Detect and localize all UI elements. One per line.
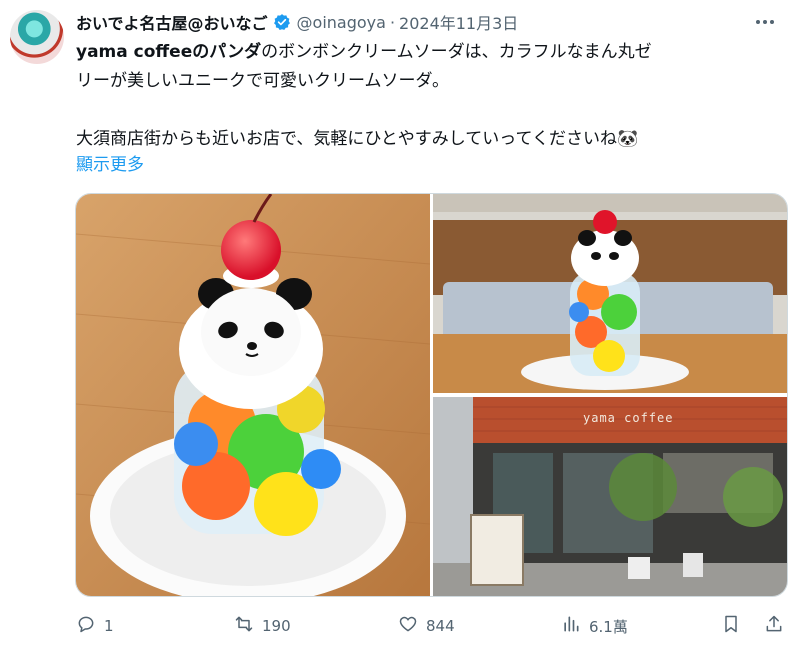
reply-icon [76, 614, 96, 638]
tweet-text: yama coffeeのパンダのボンボンクリームソーダは、カラフルなまん丸ゼ リ… [76, 38, 776, 154]
tweet-line-2: リーが美しいユニークで可愛いクリームソーダ。 [76, 71, 449, 91]
tweet-line-1: yama coffeeのパンダのボンボンクリームソーダは、カラフルなまん丸ゼ [76, 38, 776, 67]
verified-badge-icon [273, 13, 291, 31]
retweet-button[interactable]: 190 [234, 609, 291, 643]
like-button[interactable]: 844 [398, 609, 455, 643]
view-count: 6.1萬 [589, 617, 628, 636]
avatar[interactable] [10, 10, 64, 64]
photo-storefront[interactable]: yama coffee [433, 397, 787, 596]
share-icon [764, 614, 784, 638]
action-bar: 1 190 844 6.1萬 [76, 609, 788, 643]
tweet-text-part: のボンボンクリームソーダは、カラフルなまん丸ゼ [261, 42, 652, 62]
tweet-header: おいでよ名古屋@おいなご @oinagoya · 2024年11月3日 [76, 9, 518, 35]
photo-soda-table[interactable] [433, 194, 787, 393]
bookmark-button[interactable] [721, 609, 741, 643]
more-icon[interactable] [752, 11, 778, 33]
views-button[interactable]: 6.1萬 [561, 609, 628, 643]
storefront-sign: yama coffee [583, 411, 674, 425]
like-count: 844 [426, 617, 455, 635]
retweet-count: 190 [262, 617, 291, 635]
separator-dot: · [389, 12, 396, 32]
retweet-icon [234, 614, 254, 638]
tweet-text-bold: パンダ [209, 42, 262, 62]
show-more-link[interactable]: 顯示更多 [76, 150, 144, 175]
tweet-text-part: yama coffeeの [76, 42, 210, 62]
tweet-date[interactable]: 2024年11月3日 [399, 10, 518, 34]
views-icon [561, 614, 581, 638]
media-grid: yama coffee [75, 193, 788, 597]
share-button[interactable] [764, 609, 784, 643]
tweet-line-3: 大須商店街からも近いお店で、気軽にひとやすみしていってくださいね🐼 [76, 129, 639, 149]
bookmark-icon [721, 614, 741, 638]
reply-count: 1 [104, 617, 114, 635]
like-icon [398, 614, 418, 638]
reply-button[interactable]: 1 [76, 609, 114, 643]
user-handle[interactable]: @oinagoya [297, 13, 386, 32]
photo-panda-soda[interactable] [76, 194, 430, 596]
display-name[interactable]: おいでよ名古屋@おいなご [76, 10, 268, 34]
